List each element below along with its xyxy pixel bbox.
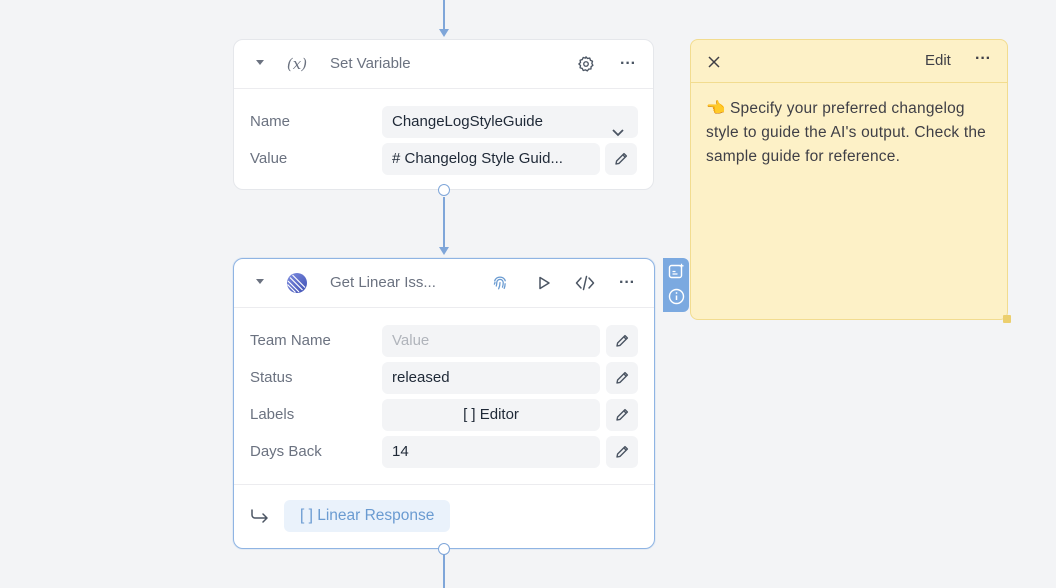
more-options-icon[interactable]: ··· bbox=[615, 271, 639, 295]
field-label: Team Name bbox=[250, 332, 331, 349]
field-row-team-name: Team Name Value bbox=[250, 325, 638, 357]
resize-handle[interactable] bbox=[1003, 315, 1011, 323]
collapse-caret-icon[interactable] bbox=[256, 279, 264, 284]
run-play-icon[interactable] bbox=[532, 271, 556, 295]
node-side-toolbar bbox=[663, 258, 689, 312]
edit-pencil-icon[interactable] bbox=[606, 436, 638, 468]
field-row-name: Name ChangeLogStyleGuide bbox=[250, 106, 638, 138]
code-icon[interactable] bbox=[573, 271, 597, 295]
field-label: Days Back bbox=[250, 443, 322, 460]
chevron-down-icon bbox=[612, 117, 624, 138]
output-return-arrow-icon bbox=[250, 508, 270, 529]
settings-gear-icon[interactable] bbox=[574, 52, 598, 76]
linear-node-header: Get Linear Iss... ··· bbox=[234, 259, 654, 308]
value-field[interactable]: # Changelog Style Guid... bbox=[382, 143, 600, 175]
pointing-hand-icon: 👈 bbox=[706, 100, 726, 117]
edge-top-in bbox=[443, 0, 445, 30]
edit-note-button[interactable]: Edit bbox=[925, 52, 951, 69]
variable-icon: (x) bbox=[286, 55, 308, 73]
set-variable-node[interactable]: (x) Set Variable ··· Name ChangeLogStyle… bbox=[233, 39, 654, 190]
field-label: Value bbox=[250, 150, 288, 167]
sticky-note-text: 👈 Specify your preferred changelog style… bbox=[706, 97, 986, 169]
status-input[interactable]: released bbox=[382, 362, 600, 394]
output-divider bbox=[234, 484, 654, 485]
more-options-icon[interactable]: ··· bbox=[975, 51, 991, 67]
field-label: Labels bbox=[250, 406, 295, 423]
edge-top-arrow bbox=[439, 29, 449, 37]
team-name-input[interactable]: Value bbox=[382, 325, 600, 357]
edge-linear-arrow bbox=[439, 247, 449, 255]
linear-output-port[interactable] bbox=[438, 543, 450, 555]
edge-linear-out bbox=[443, 554, 445, 588]
linear-logo-icon bbox=[286, 272, 308, 294]
close-icon[interactable] bbox=[708, 55, 720, 73]
note-text: Specify your preferred changelog style t… bbox=[706, 100, 986, 165]
output-variable-chip[interactable]: [ ] Linear Response bbox=[284, 500, 451, 532]
field-row-days-back: Days Back 14 bbox=[250, 436, 638, 468]
set-variable-output-port[interactable] bbox=[438, 184, 450, 196]
get-linear-issues-node[interactable]: Get Linear Iss... ··· Team Name Value St… bbox=[233, 258, 655, 549]
more-options-icon[interactable]: ··· bbox=[616, 52, 640, 76]
name-select-value: ChangeLogStyleGuide bbox=[392, 113, 543, 130]
field-row-status: Status released bbox=[250, 362, 638, 394]
edit-pencil-icon[interactable] bbox=[605, 143, 637, 175]
info-icon[interactable] bbox=[668, 288, 685, 310]
field-row-value: Value # Changelog Style Guid... bbox=[250, 143, 637, 175]
node-title: Get Linear Iss... bbox=[330, 274, 436, 291]
add-note-icon[interactable] bbox=[668, 263, 685, 285]
sticky-note[interactable]: Edit ··· 👈 Specify your preferred change… bbox=[690, 39, 1011, 323]
edit-pencil-icon[interactable] bbox=[606, 399, 638, 431]
field-label: Status bbox=[250, 369, 293, 386]
name-select[interactable]: ChangeLogStyleGuide bbox=[382, 106, 638, 138]
field-label: Name bbox=[250, 113, 291, 130]
set-variable-header: (x) Set Variable ··· bbox=[234, 40, 653, 89]
collapse-caret-icon[interactable] bbox=[256, 60, 264, 65]
labels-input[interactable]: [ ] Editor bbox=[382, 399, 600, 431]
edit-pencil-icon[interactable] bbox=[606, 362, 638, 394]
node-title: Set Variable bbox=[330, 55, 411, 72]
fingerprint-icon[interactable] bbox=[488, 271, 512, 295]
sticky-note-header: Edit ··· bbox=[691, 40, 1007, 83]
edge-setvar-to-linear bbox=[443, 197, 445, 247]
edit-pencil-icon[interactable] bbox=[606, 325, 638, 357]
output-row: [ ] Linear Response bbox=[250, 500, 638, 532]
days-back-input[interactable]: 14 bbox=[382, 436, 600, 468]
field-row-labels: Labels [ ] Editor bbox=[250, 399, 638, 431]
